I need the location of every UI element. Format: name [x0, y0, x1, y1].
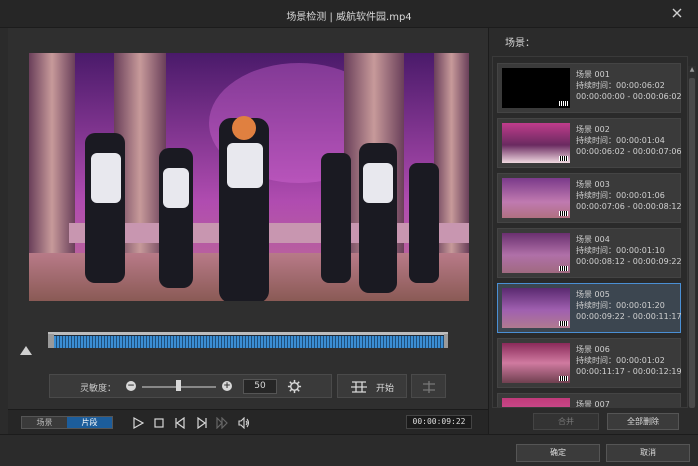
timeline-scene-markers: [48, 336, 448, 348]
tab-scene[interactable]: 场景: [22, 417, 67, 428]
scene-thumbnail: [502, 398, 570, 407]
film-badge-icon: [559, 376, 568, 381]
gear-icon[interactable]: [287, 379, 302, 394]
scene-duration: 持续时间：00:00:01:04: [576, 136, 665, 145]
close-icon[interactable]: [670, 6, 684, 20]
scene-thumbnail: [502, 343, 570, 383]
split-icon: [423, 381, 435, 393]
playhead[interactable]: [20, 346, 32, 355]
scene-duration: 持续时间：00:00:01:02: [576, 356, 665, 365]
scene-range: 00:00:09:22 - 00:00:11:17: [576, 312, 682, 321]
scene-name: 场景 002: [576, 125, 610, 134]
film-badge-icon: [559, 101, 568, 106]
timeline-end-handle[interactable]: [444, 334, 448, 348]
scene-thumbnail: [502, 123, 570, 163]
sensitivity-value-input[interactable]: 50: [243, 379, 277, 394]
scene-item-selected[interactable]: 场景 005 持续时间：00:00:01:20 00:00:09:22 - 00…: [497, 283, 682, 333]
decrease-sensitivity-button[interactable]: −: [126, 381, 136, 391]
scene-thumbnail: [502, 68, 570, 108]
scene-range: 00:00:00:00 - 00:00:06:02: [576, 92, 682, 101]
video-preview: [29, 53, 469, 301]
scroll-up-icon[interactable]: ▲: [688, 66, 696, 74]
skip-forward-icon: [216, 417, 228, 429]
film-badge-icon: [559, 211, 568, 216]
tab-clip[interactable]: 片段: [67, 417, 112, 428]
increase-sensitivity-button[interactable]: +: [222, 381, 232, 391]
scenes-header: 场景：: [505, 38, 535, 49]
scene-thumbnail: [502, 288, 570, 328]
timeline[interactable]: [48, 332, 448, 348]
volume-icon[interactable]: [238, 417, 250, 429]
scene-range: 00:00:07:06 - 00:00:08:12: [576, 202, 682, 211]
scene-item[interactable]: 场景 001 持续时间：00:00:06:02 00:00:00:00 - 00…: [497, 63, 682, 113]
scene-name: 场景 001: [576, 70, 610, 79]
mode-tabs: 场景 片段: [21, 416, 113, 429]
play-icon[interactable]: [132, 417, 144, 429]
window-title: 场景检测 | 威航软件园.mp4: [286, 12, 412, 23]
timeline-start-handle[interactable]: [48, 334, 54, 348]
scenes-pane: 场景： 场景 001 持续时间：00:00:06:02 00:00:00:00 …: [488, 28, 698, 434]
film-badge-icon: [559, 266, 568, 271]
scene-item[interactable]: 场景 002 持续时间：00:00:01:04 00:00:06:02 - 00…: [497, 118, 682, 168]
scene-name: 场景 003: [576, 180, 610, 189]
dialog-footer: 确定 取消: [0, 434, 698, 466]
scene-list[interactable]: 场景 001 持续时间：00:00:06:02 00:00:00:00 - 00…: [492, 56, 688, 408]
scene-thumbnail: [502, 233, 570, 273]
film-badge-icon: [559, 321, 568, 326]
scene-item[interactable]: 场景 007: [497, 393, 681, 408]
title-bar: 场景检测 | 威航软件园.mp4: [0, 0, 698, 28]
scene-range: 00:00:06:02 - 00:00:07:06: [576, 147, 682, 156]
next-frame-icon[interactable]: [196, 417, 208, 429]
preview-pane: 灵敏度： − + 50 开始 场景 片段 00:00:09:22: [8, 28, 488, 434]
cancel-button[interactable]: 取消: [606, 444, 690, 462]
scene-detect-icon: [351, 381, 367, 393]
stop-icon[interactable]: [153, 417, 165, 429]
previous-frame-icon[interactable]: [174, 417, 186, 429]
scrollbar-thumb[interactable]: [689, 78, 695, 408]
scene-thumbnail: [502, 178, 570, 218]
scene-name: 场景 004: [576, 235, 610, 244]
sensitivity-panel: 灵敏度： − + 50: [49, 374, 332, 398]
playback-controls: 场景 片段 00:00:09:22: [8, 409, 488, 434]
scene-item[interactable]: 场景 003 持续时间：00:00:01:06 00:00:07:06 - 00…: [497, 173, 682, 223]
scene-duration: 持续时间：00:00:01:20: [576, 301, 665, 310]
scene-list-scrollbar[interactable]: ▲: [688, 66, 696, 408]
start-detection-button[interactable]: 开始: [337, 374, 407, 398]
scene-duration: 持续时间：00:00:01:10: [576, 246, 665, 255]
start-label: 开始: [376, 384, 395, 394]
scene-name: 场景 007: [576, 400, 610, 408]
scene-name: 场景 005: [576, 290, 610, 299]
scene-item[interactable]: 场景 006 持续时间：00:00:01:02 00:00:11:17 - 00…: [497, 338, 682, 388]
scene-range: 00:00:08:12 - 00:00:09:22: [576, 257, 682, 266]
film-badge-icon: [559, 156, 568, 161]
scene-duration: 持续时间：00:00:06:02: [576, 81, 665, 90]
delete-all-button[interactable]: 全部删除: [607, 413, 679, 430]
merge-button[interactable]: 合并: [533, 413, 599, 430]
scene-name: 场景 006: [576, 345, 610, 354]
current-timecode: 00:00:09:22: [406, 415, 472, 429]
split-button[interactable]: [411, 374, 446, 398]
sensitivity-slider-thumb[interactable]: [176, 380, 181, 391]
sensitivity-label: 灵敏度：: [80, 384, 117, 394]
scene-duration: 持续时间：00:00:01:06: [576, 191, 665, 200]
scene-range: 00:00:11:17 - 00:00:12:19: [576, 367, 682, 376]
ok-button[interactable]: 确定: [516, 444, 600, 462]
scene-item[interactable]: 场景 004 持续时间：00:00:01:10 00:00:08:12 - 00…: [497, 228, 682, 278]
